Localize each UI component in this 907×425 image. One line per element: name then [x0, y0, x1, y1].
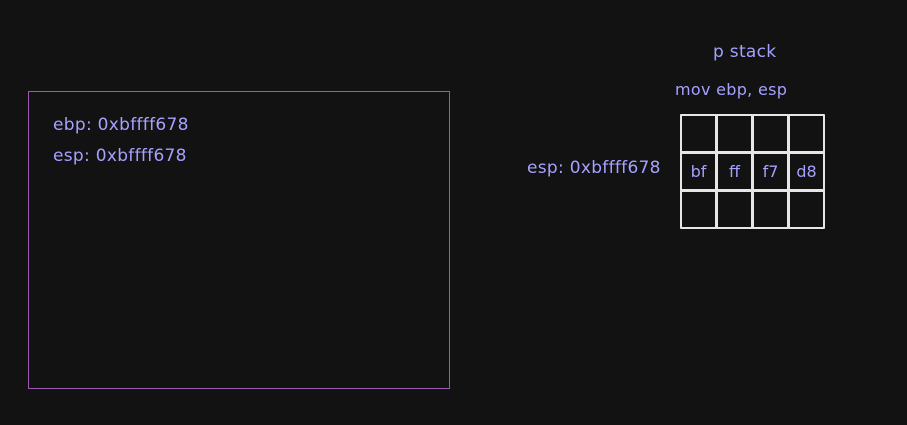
ebp-register-label: ebp: 0xbffff678 [53, 115, 189, 135]
registers-panel [28, 91, 450, 389]
stack-title: p stack [713, 42, 777, 62]
stack-cell [680, 114, 717, 153]
stack-cell [716, 190, 753, 229]
stack-cell: f7 [752, 152, 789, 191]
stack-cell [788, 114, 825, 153]
stack-cell [680, 190, 717, 229]
stack-cell [788, 190, 825, 229]
esp-register-label: esp: 0xbffff678 [53, 146, 187, 166]
stack-cell: ff [716, 152, 753, 191]
stack-cell: d8 [788, 152, 825, 191]
stack-cell: bf [680, 152, 717, 191]
stack-esp-pointer-label: esp: 0xbffff678 [527, 158, 661, 178]
stack-cell [752, 114, 789, 153]
instruction-label: mov ebp, esp [675, 80, 788, 99]
stack-cell [716, 114, 753, 153]
stack-grid: bf ff f7 d8 [680, 114, 825, 229]
stack-cell [752, 190, 789, 229]
